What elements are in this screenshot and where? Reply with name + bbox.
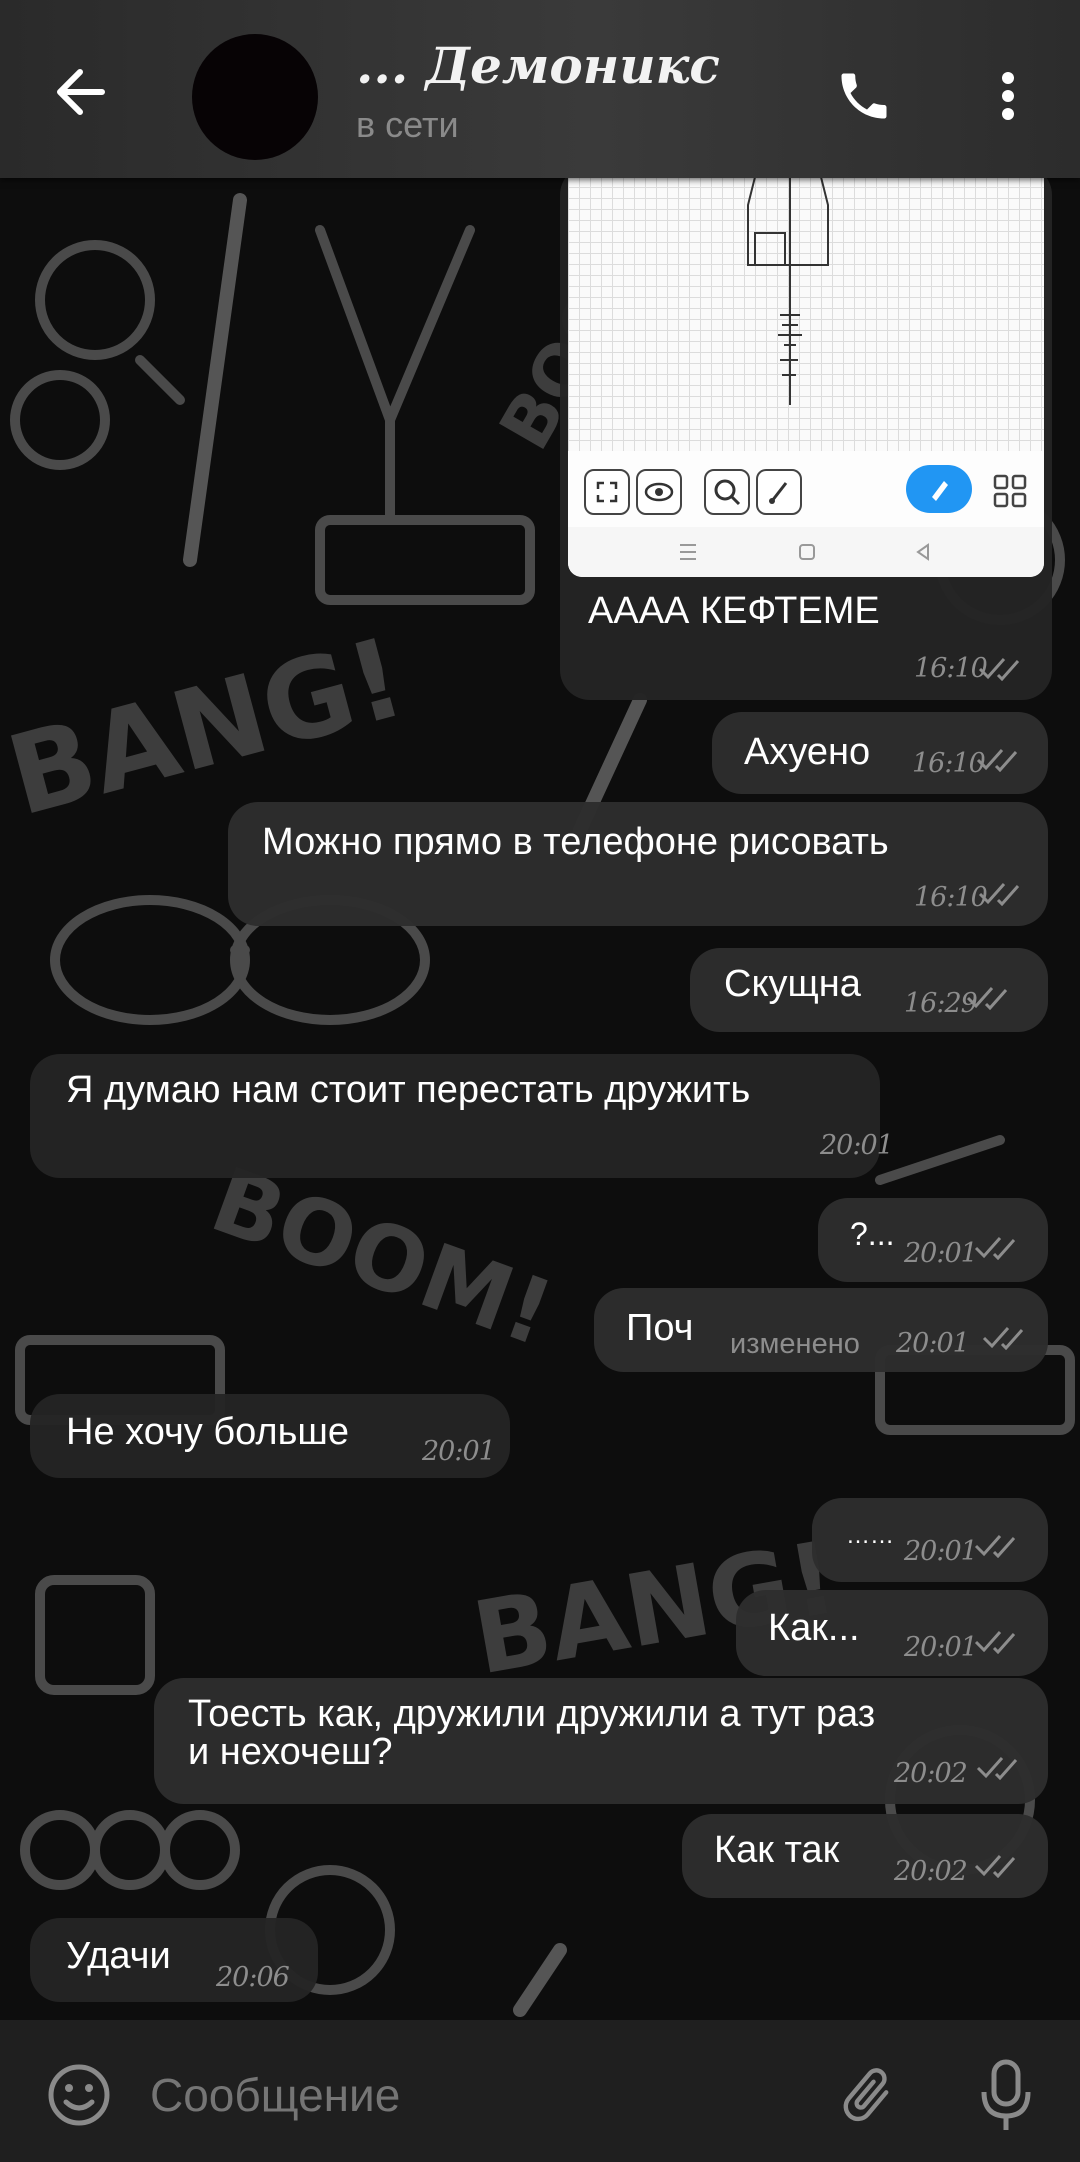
- double-check-icon: [978, 883, 1020, 906]
- message-text: Ахуено: [744, 731, 871, 773]
- svg-text:BOOM!: BOOM!: [199, 1148, 566, 1367]
- message-text-line2: и нехочеш?: [188, 1731, 393, 1773]
- message-text: Удачи: [66, 1935, 171, 1977]
- drawing-toolbar: [568, 451, 1044, 527]
- online-status: в сети: [356, 104, 459, 145]
- message-time: 20:01: [904, 1238, 978, 1269]
- outgoing-message[interactable]: Скущна 16:29: [690, 948, 1048, 1032]
- outgoing-message[interactable]: Можно прямо в телефоне рисовать 16:10: [228, 802, 1048, 926]
- outgoing-message[interactable]: ?... 20:01: [818, 1198, 1048, 1282]
- more-vertical-icon: [1002, 72, 1014, 120]
- outgoing-message[interactable]: Поч изменено 20:01: [594, 1288, 1048, 1372]
- edited-label: изменено: [730, 1328, 860, 1360]
- chat-title[interactable]: ... Демоникс: [356, 36, 720, 95]
- message-input[interactable]: [150, 2062, 750, 2128]
- zoom-tool-button[interactable]: [704, 469, 750, 515]
- double-check-icon: [976, 1757, 1018, 1780]
- double-check-icon: [974, 1855, 1016, 1878]
- expand-icon: [596, 481, 618, 503]
- double-check-icon: [974, 1535, 1016, 1558]
- message-time: 20:01: [904, 1632, 978, 1663]
- message-text: ……: [846, 1522, 894, 1549]
- outgoing-message[interactable]: Ахуено 16:10: [712, 712, 1048, 794]
- message-text: Как...: [768, 1607, 860, 1649]
- emoji-button[interactable]: [46, 2062, 112, 2128]
- android-nav-icons: [680, 543, 929, 561]
- grid-menu-button[interactable]: [992, 473, 1028, 509]
- view-tool-button[interactable]: [636, 469, 682, 515]
- image-message[interactable]: АААА КЕФТЕМЕ 16:10: [560, 165, 1052, 700]
- grid-icon: [993, 474, 1027, 508]
- message-time: 16:10: [912, 748, 986, 779]
- outgoing-message[interactable]: …… 20:01: [812, 1498, 1048, 1582]
- message-time: 20:06: [216, 1962, 290, 1993]
- voice-record-button[interactable]: [976, 2058, 1036, 2134]
- arrow-left-icon: [57, 69, 105, 115]
- phone-nav-bar: [568, 527, 1044, 577]
- message-text: Можно прямо в телефоне рисовать: [262, 821, 889, 863]
- incoming-message[interactable]: Я думаю нам стоит перестать дружить 20:0…: [30, 1054, 894, 1178]
- microphone-icon: [981, 2059, 1031, 2130]
- paperclip-icon: [843, 2068, 889, 2122]
- phone-icon: [841, 73, 887, 119]
- message-time: 20:01: [896, 1328, 970, 1359]
- drawing-sketch: [747, 165, 829, 405]
- double-check-icon: [976, 749, 1018, 772]
- message-time: 16:10: [914, 653, 988, 684]
- eye-icon: [644, 482, 674, 502]
- message-time: 20:01: [422, 1436, 496, 1467]
- edit-fab-button[interactable]: [906, 465, 972, 513]
- incoming-message[interactable]: Не хочу больше 20:01: [30, 1394, 510, 1478]
- smile-icon: [48, 2064, 110, 2126]
- incoming-message[interactable]: Удачи 20:06: [30, 1918, 318, 2002]
- message-time: 20:01: [820, 1130, 894, 1161]
- brush-tool-button[interactable]: [756, 469, 802, 515]
- message-text: Я думаю нам стоит перестать дружить: [66, 1069, 751, 1111]
- fullscreen-tool-button[interactable]: [584, 469, 630, 515]
- chat-header: ... Демоникс в сети: [0, 0, 1080, 178]
- outgoing-message[interactable]: Как так 20:02: [682, 1814, 1048, 1898]
- image-caption: АААА КЕФТЕМЕ: [588, 590, 880, 632]
- double-check-icon: [982, 1327, 1024, 1350]
- message-text: Скущна: [724, 963, 861, 1005]
- outgoing-message[interactable]: Тоесть как, дружили дружили а тут раз и …: [154, 1678, 1048, 1804]
- outgoing-message[interactable]: Как... 20:01: [736, 1590, 1048, 1676]
- message-text: Поч: [626, 1307, 694, 1349]
- message-text: Как так: [714, 1829, 840, 1871]
- pencil-icon: [932, 481, 948, 501]
- more-menu-button[interactable]: [990, 66, 1026, 126]
- avatar[interactable]: [192, 34, 318, 160]
- message-time: 20:02: [894, 1856, 968, 1887]
- message-input-bar: [0, 2020, 1080, 2162]
- double-check-icon: [974, 1237, 1016, 1260]
- message-time: 20:01: [904, 1536, 978, 1567]
- brush-icon: [769, 482, 788, 504]
- zoom-icon: [714, 479, 741, 506]
- drawing-grid: [568, 165, 1044, 451]
- double-check-icon: [974, 1631, 1016, 1654]
- message-time: 20:02: [894, 1758, 968, 1789]
- message-time: 16:10: [914, 882, 988, 913]
- message-text: Не хочу больше: [66, 1411, 350, 1453]
- double-check-icon: [978, 658, 1020, 681]
- double-check-icon: [966, 987, 1008, 1010]
- drawing-screenshot[interactable]: [568, 165, 1044, 577]
- message-text: ?...: [850, 1216, 895, 1252]
- call-button[interactable]: [834, 66, 894, 126]
- back-button[interactable]: [52, 62, 112, 122]
- attach-button[interactable]: [834, 2060, 900, 2132]
